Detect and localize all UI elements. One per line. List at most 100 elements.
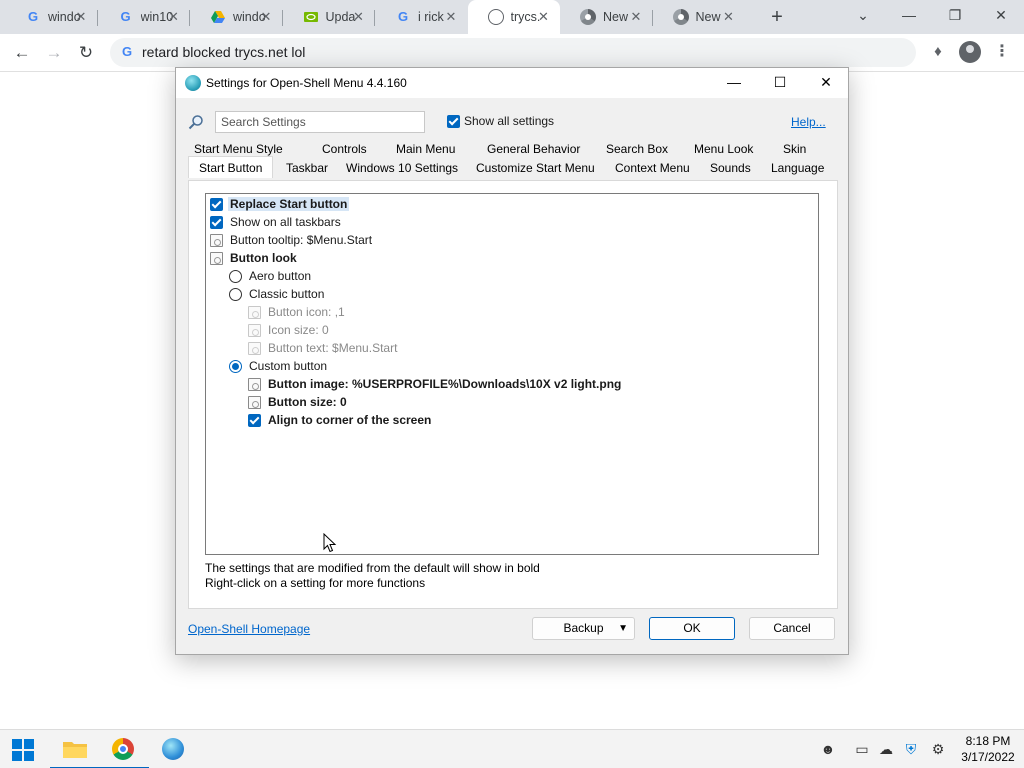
extensions-puzzle-icon[interactable]: ♦: [929, 43, 947, 61]
settings-tab[interactable]: Search Box: [606, 139, 668, 159]
settings-tree[interactable]: Replace Start button Show on all taskbars…: [205, 193, 819, 555]
windows-taskbar: ☻ ▭ ☁ ⛨ ⚙ 8:18 PM 3/17/2022: [0, 729, 1024, 768]
tree-item[interactable]: Button tooltip: $Menu.Start: [210, 231, 372, 249]
tree-item[interactable]: Button icon: ,1: [248, 303, 345, 321]
settings-tab[interactable]: Customize Start Menu: [476, 158, 595, 178]
browser-tab[interactable]: Gwin10 ✕: [98, 0, 190, 34]
tab-close-icon[interactable]: ✕: [73, 9, 89, 25]
clock-date: 3/17/2022: [961, 750, 1015, 764]
browser-restore-button[interactable]: ❐: [932, 0, 978, 32]
tree-item[interactable]: Aero button: [229, 267, 311, 285]
tree-item[interactable]: Button look: [210, 249, 297, 267]
settings-gear-icon[interactable]: ⚙: [929, 740, 947, 758]
browser-close-button[interactable]: ✕: [978, 0, 1024, 32]
settings-tab[interactable]: Main Menu: [396, 139, 455, 159]
tree-item[interactable]: Classic button: [229, 285, 324, 303]
radio-unselected-icon[interactable]: [229, 269, 242, 283]
show-all-settings-checkbox[interactable]: Show all settings: [447, 114, 554, 128]
checkbox-checked-icon[interactable]: [210, 215, 223, 229]
folder-icon: [63, 742, 87, 758]
settings-tab[interactable]: Start Button: [188, 156, 274, 178]
settings-tab[interactable]: Taskbar: [286, 158, 328, 178]
new-tab-button[interactable]: +: [766, 7, 788, 29]
open-shell-homepage-link[interactable]: Open-Shell Homepage: [188, 622, 310, 636]
tab-close-icon[interactable]: ✕: [258, 9, 274, 25]
tree-item-label: Button image: %USERPROFILE%\Downloads\10…: [268, 377, 622, 391]
taskbar-app-3[interactable]: [148, 730, 198, 768]
tree-item[interactable]: Replace Start button: [210, 195, 350, 213]
tab-close-icon[interactable]: ✕: [536, 9, 552, 25]
backup-dropdown-button[interactable]: Backup ▼: [532, 617, 635, 640]
settings-dialog: Settings for Open-Shell Menu 4.4.160 — ☐…: [175, 67, 849, 655]
radio-unselected-icon[interactable]: [229, 287, 242, 301]
taskbar-clock[interactable]: 8:18 PM 3/17/2022: [958, 733, 1018, 765]
setting-document-icon: [210, 251, 223, 265]
tree-item[interactable]: Button size: 0: [248, 393, 347, 411]
chrome-icon: [580, 9, 596, 25]
tree-item[interactable]: Align to corner of the screen: [248, 411, 431, 429]
settings-tab[interactable]: Language: [771, 158, 824, 178]
tab-search-button[interactable]: ⌄: [840, 0, 886, 32]
browser-tab[interactable]: trycs. ✕: [467, 0, 560, 34]
checkbox-checked-icon[interactable]: [210, 197, 223, 211]
ok-button[interactable]: OK: [649, 617, 735, 640]
start-button-tab-panel: Replace Start button Show on all taskbars…: [188, 180, 838, 609]
dialog-minimize-button[interactable]: —: [711, 68, 757, 98]
browser-tab[interactable]: windo ✕: [190, 0, 282, 34]
tree-item[interactable]: Show on all taskbars: [210, 213, 341, 231]
address-bar[interactable]: G retard blocked trycs.net lol: [110, 38, 916, 67]
settings-tab[interactable]: Skin: [783, 139, 806, 159]
forward-button[interactable]: →: [41, 41, 67, 65]
chrome-icon: [112, 738, 134, 760]
tab-close-icon[interactable]: ✕: [628, 9, 644, 25]
windows-security-icon[interactable]: ⛨: [902, 740, 920, 758]
settings-tab[interactable]: Controls: [322, 139, 367, 159]
tab-close-icon[interactable]: ✕: [166, 9, 182, 25]
system-tray: ☻ ▭ ☁ ⛨ ⚙: [815, 740, 955, 760]
checkbox-checked-icon[interactable]: [248, 413, 261, 427]
tree-item[interactable]: Button text: $Menu.Start: [248, 339, 397, 357]
settings-tab[interactable]: General Behavior: [487, 139, 580, 159]
settings-tab[interactable]: Windows 10 Settings: [346, 158, 458, 178]
browser-tab[interactable]: Gwindo ✕: [5, 0, 97, 34]
tab-close-icon[interactable]: ✕: [721, 9, 737, 25]
browser-tab[interactable]: New ✕: [560, 0, 652, 34]
dialog-maximize-button[interactable]: ☐: [757, 68, 803, 98]
tree-item[interactable]: Button image: %USERPROFILE%\Downloads\10…: [248, 375, 621, 393]
windows-start-icon[interactable]: [12, 739, 34, 761]
back-button[interactable]: ←: [9, 41, 35, 65]
profile-avatar-icon[interactable]: [959, 41, 981, 63]
google-drive-icon: [210, 9, 226, 25]
browser-tab[interactable]: Upda ✕: [283, 0, 375, 34]
help-link[interactable]: Help...: [791, 115, 826, 129]
tab-separator: [281, 10, 283, 26]
taskbar-file-explorer[interactable]: [50, 730, 100, 768]
settings-tab[interactable]: Menu Look: [694, 139, 753, 159]
address-bar-text[interactable]: retard blocked trycs.net lol: [142, 44, 305, 60]
reload-button[interactable]: ↻: [73, 41, 99, 65]
search-settings-input[interactable]: [215, 111, 425, 133]
google-g-icon: G: [120, 9, 131, 24]
browser-minimize-button[interactable]: —: [886, 0, 932, 32]
browser-tab[interactable]: Gi rick ✕: [375, 0, 467, 34]
action-center-icon[interactable]: ▭: [853, 740, 871, 758]
settings-tab[interactable]: Context Menu: [615, 158, 690, 178]
onedrive-offline-icon[interactable]: ☁: [877, 740, 895, 758]
dialog-close-button[interactable]: ✕: [803, 68, 849, 98]
radio-selected-icon[interactable]: [229, 359, 242, 373]
tab-close-icon[interactable]: ✕: [351, 9, 367, 25]
browser-menu-icon[interactable]: ⋮: [994, 41, 1010, 63]
setting-document-icon: [248, 305, 261, 319]
checkbox-checked-icon[interactable]: [447, 114, 460, 128]
tree-item-label: Aero button: [249, 269, 312, 283]
tree-item[interactable]: Icon size: 0: [248, 321, 329, 339]
settings-tab[interactable]: Sounds: [710, 158, 751, 178]
google-g-icon: G: [121, 44, 133, 59]
tab-close-icon[interactable]: ✕: [443, 9, 459, 25]
people-icon[interactable]: ☻: [819, 740, 837, 758]
tree-item[interactable]: Custom button: [229, 357, 327, 375]
dialog-titlebar[interactable]: Settings for Open-Shell Menu 4.4.160 — ☐…: [176, 68, 848, 98]
taskbar-chrome[interactable]: [99, 730, 149, 768]
browser-tab[interactable]: New ✕: [653, 0, 745, 34]
cancel-button[interactable]: Cancel: [749, 617, 835, 640]
